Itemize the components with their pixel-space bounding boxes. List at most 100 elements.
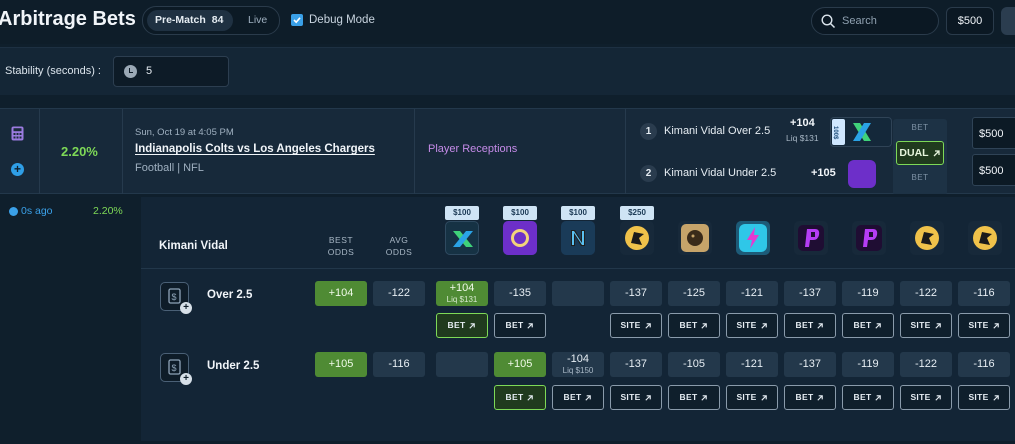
site-button[interactable]: SITE [958, 313, 1010, 338]
external-link-icon [527, 394, 534, 401]
odds-cell[interactable]: +104 Liq $131 [436, 281, 488, 306]
arbitrage-row: + 2.20% Sun, Oct 19 at 4:05 PM Indianapo… [0, 108, 1015, 195]
sportsbook-n-logo[interactable] [561, 221, 595, 255]
site-button[interactable]: SITE [726, 313, 778, 338]
action-label: BET [563, 392, 582, 402]
x-brand-icon [453, 231, 473, 247]
bet-button[interactable]: BET [784, 385, 836, 410]
row-label: Over 2.5 [207, 289, 253, 301]
action-label: BET [679, 392, 698, 402]
odds-cell[interactable]: -137 [610, 281, 662, 306]
site-button[interactable]: SITE [610, 385, 662, 410]
odds-cell[interactable]: -121 [726, 281, 778, 306]
pick-brand-icon [973, 226, 997, 250]
bet-top-label[interactable]: BET [893, 123, 947, 132]
tab-prematch[interactable]: Pre-Match 84 [147, 10, 233, 31]
dual-bet-button[interactable]: DUAL [896, 141, 944, 165]
tab-live[interactable]: Live [248, 10, 267, 31]
odds-cell[interactable]: -105 [668, 352, 720, 377]
bolt-brand-icon [739, 224, 767, 252]
bet-button[interactable]: BET [494, 313, 546, 338]
book-column [794, 221, 828, 271]
sportsbook-bolt-logo[interactable] [736, 221, 770, 255]
hardrock-brand-icon [511, 229, 529, 247]
external-link-icon [992, 322, 999, 329]
mode-toggle: Pre-Match 84 Live [142, 6, 280, 35]
site-button[interactable]: SITE [900, 385, 952, 410]
leg-description: Kimani Vidal Under 2.5 [664, 167, 777, 179]
book-column: $100 [445, 206, 479, 256]
event-match-link[interactable]: Indianapolis Colts vs Los Angeles Charge… [135, 143, 375, 155]
search-input[interactable] [842, 13, 934, 29]
sportsbook-pick-logo[interactable] [910, 221, 944, 255]
site-button[interactable]: SITE [726, 385, 778, 410]
odds-liquidity: Liq $131 [446, 295, 478, 304]
site-button[interactable]: SITE [900, 313, 952, 338]
odds-cell[interactable]: -116 [958, 352, 1010, 377]
odds-cell[interactable] [436, 352, 488, 377]
sportsbook-bull-logo[interactable] [620, 221, 654, 255]
bet-slip-icon[interactable]: $ + [160, 353, 192, 385]
sportsbook-p-logo[interactable] [852, 221, 886, 255]
book-tag: 100$ [832, 119, 845, 145]
sportsbook-hardrock-logo[interactable] [503, 221, 537, 255]
bet-button[interactable]: BET [436, 313, 488, 338]
bet-button[interactable]: BET [842, 313, 894, 338]
stake-input[interactable]: $500 [972, 117, 1015, 149]
bankroll-button[interactable]: $500 [946, 7, 994, 35]
sportsbook-p-logo[interactable] [794, 221, 828, 255]
sportsbook-hardrock-logo[interactable] [848, 160, 876, 188]
stake-input[interactable]: $500 [972, 154, 1015, 186]
odds-cell[interactable]: -119 [842, 352, 894, 377]
bet-button[interactable]: BET [784, 313, 836, 338]
arb-icons-column: + [0, 109, 40, 195]
action-label: SITE [910, 320, 931, 330]
sportsbook-x-logo[interactable]: 100$ [830, 117, 892, 147]
site-button[interactable]: SITE [610, 313, 662, 338]
odds-cell[interactable]: +105 [494, 352, 546, 377]
stability-value: 5 [146, 65, 153, 77]
odds-cell[interactable]: -122 [900, 352, 952, 377]
best-odds-cell: +104 [315, 281, 367, 306]
stability-input[interactable]: 5 [113, 56, 229, 87]
stability-bar: Stability (seconds) : 5 [0, 47, 1015, 95]
odds-cell[interactable]: -116 [958, 281, 1010, 306]
odds-cell[interactable]: -135 [494, 281, 546, 306]
add-circle-icon[interactable]: + [11, 163, 24, 176]
calculator-icon[interactable] [11, 126, 24, 141]
bet-slip-icon[interactable]: $ + [160, 282, 192, 314]
odds-cell[interactable]: -137 [784, 352, 836, 377]
sportsbook-pick-logo[interactable] [968, 221, 1002, 255]
external-link-icon [933, 150, 940, 157]
bet-button[interactable]: BET [668, 313, 720, 338]
action-label: SITE [736, 392, 757, 402]
odds-cell[interactable]: -121 [726, 352, 778, 377]
bet-box: BET DUAL BET [893, 119, 947, 195]
bet-bottom-label[interactable]: BET [893, 173, 947, 182]
external-link-icon [469, 322, 476, 329]
external-link-icon [644, 394, 651, 401]
bet-button[interactable]: BET [668, 385, 720, 410]
odds-cell[interactable]: -104 Liq $150 [552, 352, 604, 377]
sportsbook-x-logo[interactable] [445, 221, 479, 255]
header-action-button[interactable] [1001, 7, 1015, 35]
odds-cell[interactable] [552, 281, 604, 306]
debug-mode-checkbox[interactable] [291, 14, 303, 26]
sportsbook-lion-logo[interactable] [678, 221, 712, 255]
odds-cell[interactable]: -122 [900, 281, 952, 306]
legs-column: 1 Kimani Vidal Over 2.5 +104 Liq $131 10… [626, 109, 892, 195]
site-button[interactable]: SITE [958, 385, 1010, 410]
bet-button[interactable]: BET [494, 385, 546, 410]
odds-cell[interactable]: -125 [668, 281, 720, 306]
action-label: SITE [736, 320, 757, 330]
odds-cell[interactable]: -137 [610, 352, 662, 377]
book-column [852, 221, 886, 271]
odds-cell[interactable]: -119 [842, 281, 894, 306]
bet-button[interactable]: BET [842, 385, 894, 410]
n-brand-icon [571, 230, 585, 246]
bet-button[interactable]: BET [552, 385, 604, 410]
leg-row: 2 Kimani Vidal Under 2.5 +105 [626, 156, 876, 192]
best-odds-cell: +105 [315, 352, 367, 377]
updated-percent: 2.20% [93, 205, 123, 217]
odds-cell[interactable]: -137 [784, 281, 836, 306]
